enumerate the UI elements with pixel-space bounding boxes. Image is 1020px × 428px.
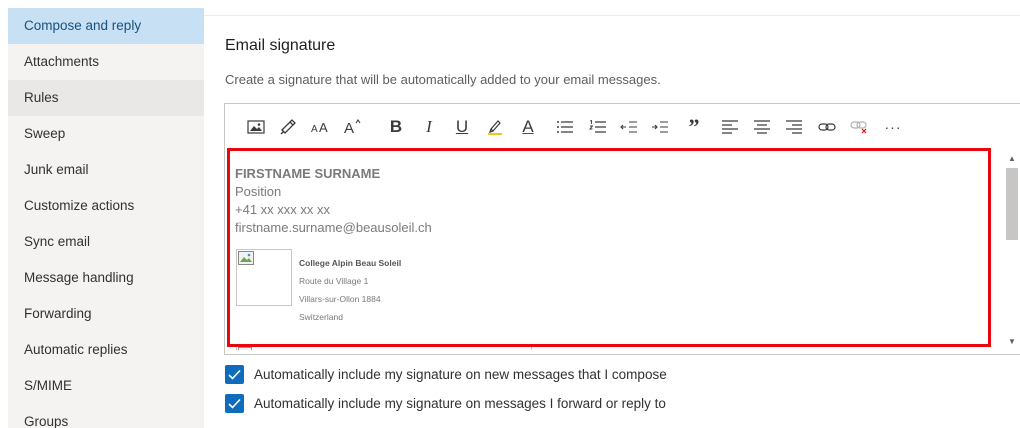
link-icon[interactable] [816,116,838,138]
quote-icon[interactable]: ” [683,114,705,139]
format-painter-icon[interactable] [277,116,299,138]
svg-text:A: A [319,120,328,135]
checkbox-label: Automatically include my signature on me… [254,395,666,411]
bullets-icon[interactable] [554,116,576,138]
sidebar-item-message-handling[interactable]: Message handling [8,260,204,296]
sidebar-item-sweep[interactable]: Sweep [8,116,204,152]
decrease-indent-icon[interactable] [618,116,640,138]
scroll-up-icon[interactable]: ▲ [1008,154,1016,163]
italic-icon[interactable]: I [418,116,440,138]
scroll-thumb[interactable] [1006,168,1018,240]
checkbox-checked[interactable] [225,364,244,384]
checkbox-label: Automatically include my signature on ne… [254,366,667,382]
settings-nav: Compose and reply Attachments Rules Swee… [8,8,204,428]
numbering-icon[interactable] [587,116,609,138]
sidebar-item-automatic-replies[interactable]: Automatic replies [8,332,204,368]
align-center-icon[interactable] [751,116,773,138]
underline-icon[interactable]: U [451,116,473,138]
sidebar-item-groups[interactable]: Groups [8,404,204,428]
highlight-annotation [227,148,991,347]
broken-image-icon [238,347,252,350]
top-divider [204,15,1020,16]
highlight-icon[interactable] [484,116,506,138]
sidebar-item-smime[interactable]: S/MIME [8,368,204,404]
insert-image-icon[interactable] [245,116,267,138]
bold-icon[interactable]: B [385,116,407,138]
checkmark-icon [228,369,241,380]
page-description: Create a signature that will be automati… [225,72,661,87]
align-left-icon[interactable] [719,116,741,138]
more-icon[interactable]: ··· [881,116,905,138]
auto-signature-new-messages-option[interactable]: Automatically include my signature on ne… [225,364,667,384]
formatting-toolbar: AA A B I U A ” ··· [225,104,1020,150]
sidebar-item-sync-email[interactable]: Sync email [8,224,204,260]
align-right-icon[interactable] [783,116,805,138]
scroll-down-icon[interactable]: ▼ [1008,337,1016,346]
sidebar-item-forwarding[interactable]: Forwarding [8,296,204,332]
checkmark-icon [228,398,241,409]
svg-text:A: A [311,124,318,135]
font-color-icon[interactable]: A [517,116,539,138]
sidebar-item-compose-and-reply[interactable]: Compose and reply [8,8,204,44]
increase-indent-icon[interactable] [649,116,671,138]
auto-signature-reply-forward-option[interactable]: Automatically include my signature on me… [225,393,666,413]
checkbox-checked[interactable] [225,393,244,413]
sidebar-item-attachments[interactable]: Attachments [8,44,204,80]
svg-text:A: A [344,120,354,136]
editor-scrollbar[interactable]: ▲ ▼ [1004,150,1020,355]
grow-font-icon[interactable]: A [342,116,364,138]
remove-link-icon[interactable] [848,116,870,138]
font-size-icon[interactable]: AA [309,116,333,138]
sidebar-item-rules[interactable]: Rules [8,80,204,116]
sidebar-item-junk-email[interactable]: Junk email [8,152,204,188]
sidebar-item-customize-actions[interactable]: Customize actions [8,188,204,224]
page-title: Email signature [225,37,336,54]
